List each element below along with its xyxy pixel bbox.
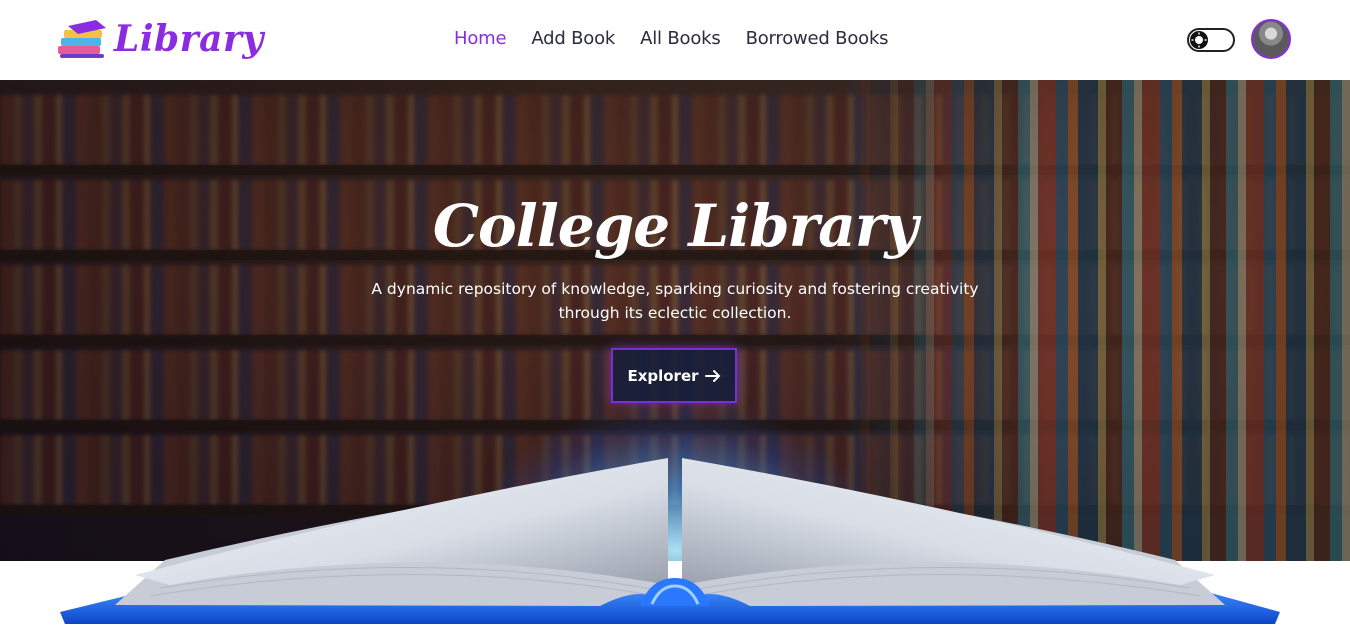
hero-subtitle: A dynamic repository of knowledge, spark… [371, 280, 979, 322]
book-glow [480, 410, 870, 561]
books-logo-icon [58, 20, 106, 58]
brand[interactable]: Library [56, 16, 264, 62]
theme-toggle-icon [1190, 31, 1208, 49]
explorer-button-label: Explorer [627, 366, 699, 385]
explorer-button[interactable]: Explorer [611, 348, 737, 403]
nav-borrowed-books[interactable]: Borrowed Books [746, 28, 889, 49]
nav-add-book[interactable]: Add Book [531, 28, 615, 49]
hero-banner: College Library A dynamic repository of … [0, 80, 1350, 561]
navbar: Library Home Add Book All Books Borrowed… [0, 0, 1350, 80]
brand-name: Library [114, 18, 264, 60]
nav-all-books[interactable]: All Books [640, 28, 721, 49]
user-avatar[interactable] [1251, 19, 1291, 59]
nav-home[interactable]: Home [454, 28, 507, 49]
main-nav: Home Add Book All Books Borrowed Books [454, 28, 889, 49]
hero-title: College Library [432, 192, 918, 260]
theme-toggle[interactable] [1187, 28, 1235, 52]
arrow-right-icon [704, 369, 720, 382]
